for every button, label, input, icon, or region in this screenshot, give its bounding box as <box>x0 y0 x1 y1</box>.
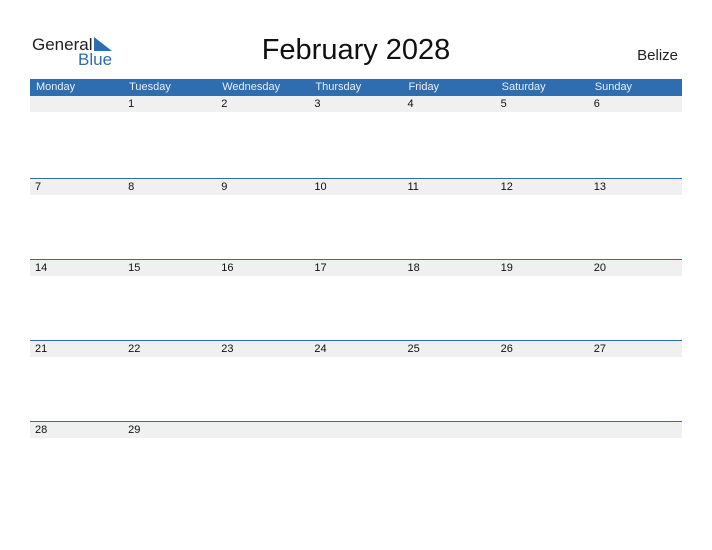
day-cell: 25 <box>407 343 420 355</box>
weekday-sunday: Sunday <box>594 81 633 93</box>
day-cell <box>309 422 402 438</box>
day-cell <box>589 422 682 438</box>
day-cell: 2 <box>221 98 228 110</box>
week-date-strip: 1 2 3 4 5 6 <box>30 96 682 112</box>
day-cell: 5 <box>500 98 507 110</box>
week-row: 21 22 23 24 25 26 27 <box>30 340 682 421</box>
day-cell: 21 <box>35 343 48 355</box>
day-cell: 18 <box>407 262 420 274</box>
weekday-saturday: Saturday <box>501 81 546 93</box>
day-cell: 27 <box>593 343 606 355</box>
day-cell: 3 <box>314 98 321 110</box>
day-cell: 24 <box>314 343 327 355</box>
weekday-friday: Friday <box>408 81 440 93</box>
day-cell: 10 <box>314 181 327 193</box>
day-cell: 6 <box>593 98 600 110</box>
week-date-strip: 21 22 23 24 25 26 27 <box>30 341 682 357</box>
day-cell: 26 <box>500 343 513 355</box>
day-cell <box>403 422 496 438</box>
country-label: Belize <box>637 47 678 64</box>
day-cell: 28 <box>35 424 48 436</box>
page-title: February 2028 <box>261 34 451 66</box>
day-cell <box>496 422 589 438</box>
day-cell: 29 <box>128 424 141 436</box>
day-cell <box>30 96 123 112</box>
calendar: Monday Tuesday Wednesday Thursday Friday… <box>30 79 682 502</box>
day-cell: 15 <box>128 262 141 274</box>
day-cell: 16 <box>221 262 234 274</box>
day-cell: 7 <box>35 181 42 193</box>
weekday-header: Monday Tuesday Wednesday Thursday Friday… <box>30 79 682 96</box>
day-cell: 19 <box>500 262 513 274</box>
week-row: 7 8 9 10 11 12 13 <box>30 178 682 259</box>
day-cell: 20 <box>593 262 606 274</box>
day-cell <box>216 422 309 438</box>
day-cell: 9 <box>221 181 228 193</box>
week-row: 1 2 3 4 5 6 <box>30 96 682 178</box>
weekday-wednesday: Wednesday <box>222 81 281 93</box>
week-date-strip: 7 8 9 10 11 12 13 <box>30 179 682 195</box>
day-cell: 8 <box>128 181 135 193</box>
day-cell: 14 <box>35 262 48 274</box>
day-cell: 1 <box>128 98 135 110</box>
weekday-monday: Monday <box>36 81 76 93</box>
day-cell: 22 <box>128 343 141 355</box>
day-cell: 12 <box>500 181 513 193</box>
week-row: 14 15 16 17 18 19 20 <box>30 259 682 340</box>
day-cell: 4 <box>407 98 414 110</box>
week-date-strip: 28 29 <box>30 422 682 438</box>
week-row: 28 29 <box>30 421 682 502</box>
day-cell: 23 <box>221 343 234 355</box>
day-cell: 11 <box>407 181 419 193</box>
weekday-thursday: Thursday <box>315 81 362 93</box>
day-cell: 17 <box>314 262 327 274</box>
weekday-tuesday: Tuesday <box>129 81 171 93</box>
day-cell: 13 <box>593 181 606 193</box>
week-date-strip: 14 15 16 17 18 19 20 <box>30 260 682 276</box>
